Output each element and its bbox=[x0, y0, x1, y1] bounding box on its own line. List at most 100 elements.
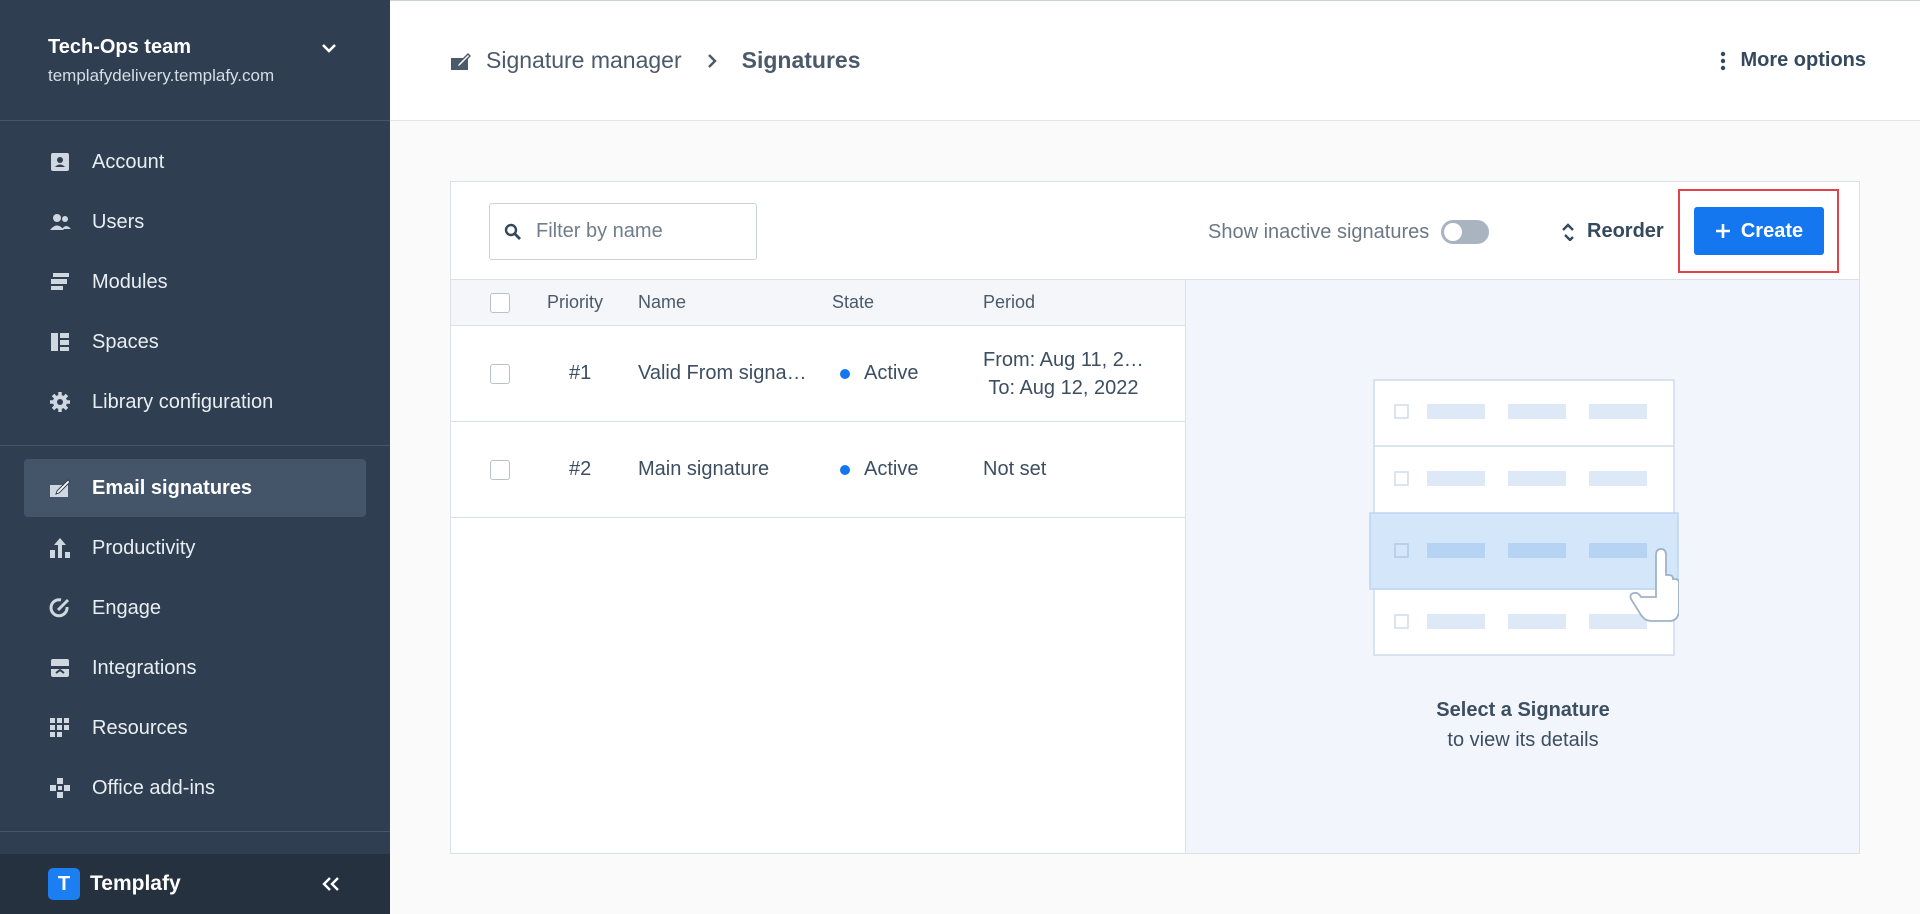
collapse-sidebar-icon[interactable] bbox=[318, 872, 344, 896]
resources-icon bbox=[48, 716, 72, 740]
signatures-table: Priority Name State Period #1 Valid From… bbox=[451, 280, 1185, 853]
sidebar-item-label: Account bbox=[92, 150, 165, 173]
search-input[interactable] bbox=[536, 220, 736, 243]
details-empty-state: Select a Signature to view its details bbox=[1185, 280, 1859, 853]
reorder-button[interactable]: Reorder bbox=[1559, 220, 1664, 243]
modules-icon bbox=[48, 270, 72, 294]
divider bbox=[0, 120, 390, 121]
search-icon bbox=[504, 223, 521, 240]
select-all-checkbox[interactable] bbox=[490, 292, 510, 313]
page-header: Signature manager Signatures More option… bbox=[390, 0, 1920, 121]
show-inactive-toggle[interactable] bbox=[1441, 220, 1490, 244]
row-state-label: Active bbox=[864, 458, 919, 480]
sidebar-footer: T Templafy bbox=[0, 854, 390, 914]
sidebar-item-office-add-ins[interactable]: Office add-ins bbox=[24, 759, 366, 817]
sidebar-item-library-configuration[interactable]: Library configuration bbox=[24, 373, 366, 431]
create-button[interactable]: Create bbox=[1694, 207, 1824, 255]
chevron-right-icon bbox=[707, 53, 717, 68]
show-inactive-control: Show inactive signatures bbox=[1208, 220, 1490, 244]
team-url: templafydelivery.templafy.com bbox=[48, 66, 275, 85]
row-state: Active bbox=[840, 326, 918, 421]
engage-icon bbox=[48, 596, 72, 620]
sidebar-item-label: Spaces bbox=[92, 330, 159, 353]
chevron-down-icon[interactable] bbox=[318, 38, 340, 58]
sidebar-item-engage[interactable]: Engage bbox=[24, 579, 366, 637]
status-dot bbox=[840, 464, 850, 475]
sidebar-item-modules[interactable]: Modules bbox=[24, 253, 366, 311]
create-highlight: Create bbox=[1678, 189, 1839, 273]
integrations-icon bbox=[48, 656, 72, 680]
productivity-icon bbox=[48, 536, 72, 560]
logo-text: Templafy bbox=[90, 872, 181, 895]
breadcrumb-signatures: Signatures bbox=[741, 47, 861, 73]
row-name: Main signature bbox=[638, 458, 770, 480]
row-select-cell bbox=[490, 326, 510, 421]
plus-icon bbox=[1715, 224, 1730, 238]
reorder-icon bbox=[1562, 222, 1574, 241]
divider bbox=[0, 831, 390, 832]
sidebar-item-resources[interactable]: Resources bbox=[24, 699, 366, 757]
sidebar-item-productivity[interactable]: Productivity bbox=[24, 519, 366, 577]
row-checkbox[interactable] bbox=[490, 459, 510, 480]
empty-state-subtitle: to view its details bbox=[1447, 729, 1599, 751]
sidebar-item-label: Library configuration bbox=[92, 390, 274, 413]
nav-admin: Account Users Modules Spaces Library con… bbox=[24, 133, 366, 433]
search-box[interactable] bbox=[489, 203, 757, 260]
row-state: Active bbox=[840, 422, 918, 517]
sidebar-item-account[interactable]: Account bbox=[24, 133, 366, 191]
table-row[interactable]: #1 Valid From signa… Active From: Aug 11… bbox=[451, 326, 1185, 422]
sidebar-item-label: Email signatures bbox=[92, 476, 253, 499]
team-switcher[interactable]: Tech-Ops team templafydelivery.templafy.… bbox=[48, 34, 348, 86]
signature-manager-icon bbox=[451, 52, 471, 70]
email-signature-icon bbox=[48, 476, 72, 500]
breadcrumb-signature-manager[interactable]: Signature manager bbox=[486, 47, 682, 74]
sidebar-item-label: Users bbox=[92, 210, 145, 233]
table-header: Priority Name State Period bbox=[451, 280, 1185, 326]
account-icon bbox=[48, 150, 72, 174]
nav-modules: Email signatures Productivity Engage Int… bbox=[24, 459, 366, 819]
sidebar-item-label: Productivity bbox=[92, 536, 196, 559]
row-priority: #1 bbox=[569, 362, 592, 384]
row-period-to: To: Aug 12, 2022 bbox=[988, 376, 1139, 399]
row-select-cell bbox=[490, 422, 510, 517]
toggle-knob bbox=[1444, 223, 1463, 241]
table-row[interactable]: #2 Main signature Active Not set bbox=[451, 422, 1185, 518]
sidebar-item-integrations[interactable]: Integrations bbox=[24, 639, 366, 697]
office-addins-icon bbox=[48, 776, 72, 800]
sidebar-item-label: Office add-ins bbox=[92, 776, 216, 799]
select-all-cell bbox=[490, 280, 510, 325]
more-options-label: More options bbox=[1740, 49, 1866, 71]
users-icon bbox=[48, 210, 72, 234]
spaces-icon bbox=[48, 330, 72, 354]
sidebar-item-spaces[interactable]: Spaces bbox=[24, 313, 366, 371]
row-state-label: Active bbox=[864, 362, 919, 384]
row-period: Not set bbox=[983, 458, 1047, 480]
team-name: Tech-Ops team bbox=[48, 36, 191, 58]
column-state[interactable]: State bbox=[832, 280, 874, 325]
templafy-logo: T bbox=[48, 868, 80, 900]
more-options-button[interactable]: More options bbox=[1720, 49, 1866, 72]
sidebar-item-label: Engage bbox=[92, 596, 161, 619]
row-period: From: Aug 11, 2… To: Aug 12, 2022 bbox=[983, 326, 1144, 421]
show-inactive-label: Show inactive signatures bbox=[1208, 220, 1430, 243]
sidebar-item-label: Resources bbox=[92, 716, 188, 739]
toolbar: Show inactive signatures Reorder Create bbox=[451, 182, 1859, 280]
empty-state-title: Select a Signature bbox=[1436, 699, 1610, 721]
row-name: Valid From signa… bbox=[638, 362, 807, 384]
sidebar-item-email-signatures[interactable]: Email signatures bbox=[24, 459, 366, 517]
gear-icon bbox=[48, 390, 72, 414]
sidebar-item-users[interactable]: Users bbox=[24, 193, 366, 251]
row-checkbox[interactable] bbox=[490, 363, 510, 384]
divider bbox=[0, 445, 390, 446]
column-period[interactable]: Period bbox=[983, 280, 1035, 325]
row-period-from: From: Aug 11, 2… bbox=[983, 348, 1144, 371]
create-label: Create bbox=[1740, 219, 1804, 242]
select-row-illustration bbox=[1369, 379, 1679, 656]
column-name[interactable]: Name bbox=[638, 280, 686, 325]
sidebar: Tech-Ops team templafydelivery.templafy.… bbox=[0, 0, 390, 914]
column-priority[interactable]: Priority bbox=[547, 280, 603, 325]
status-dot bbox=[840, 368, 850, 379]
reorder-label: Reorder bbox=[1587, 220, 1664, 242]
sidebar-item-label: Modules bbox=[92, 270, 168, 293]
sidebar-item-label: Integrations bbox=[92, 656, 197, 679]
